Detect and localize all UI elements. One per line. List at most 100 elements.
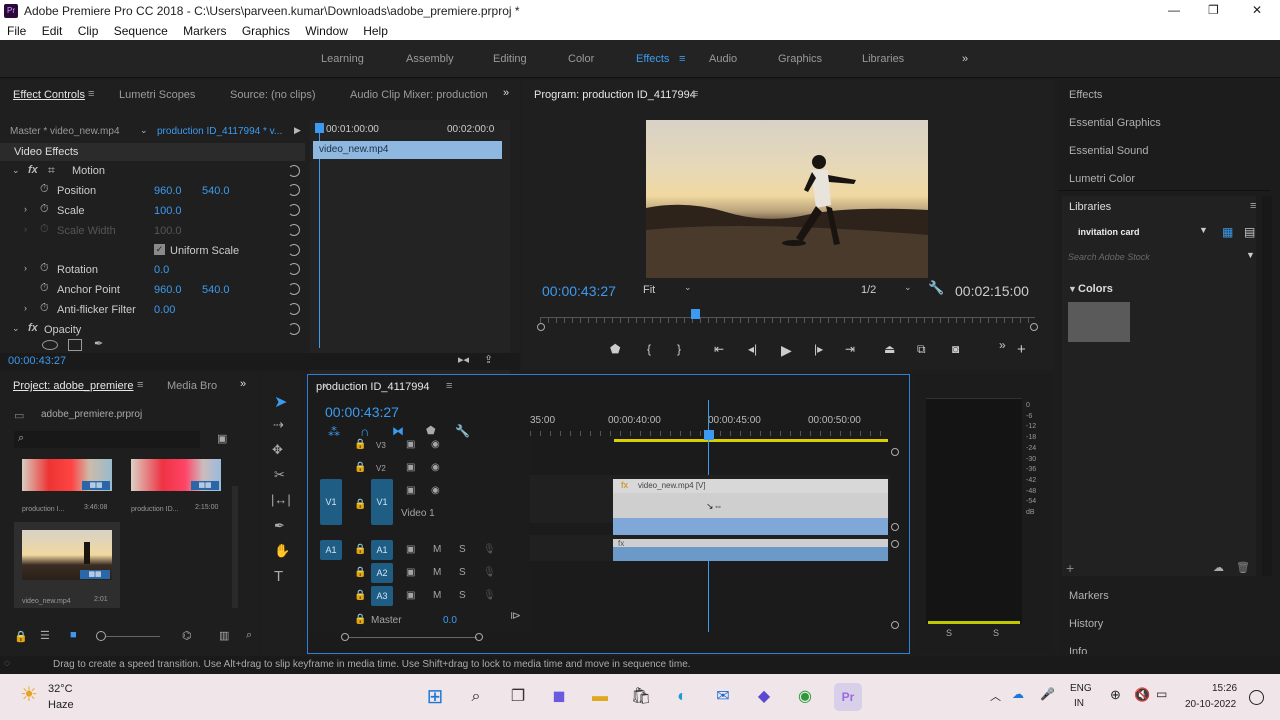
chevron-down-icon[interactable]: ▼: [1068, 284, 1077, 294]
tab-project[interactable]: Project: adobe_premiere: [13, 380, 133, 392]
program-scrub-bar[interactable]: [540, 317, 1035, 328]
reset-icon[interactable]: [288, 224, 300, 236]
ripple-edit-icon[interactable]: ✥: [272, 442, 283, 458]
task-view-icon[interactable]: ❐: [504, 683, 532, 711]
file-explorer-icon[interactable]: ▬: [586, 683, 614, 711]
panel-menu-icon[interactable]: ≡: [692, 88, 698, 100]
lock-icon[interactable]: 🔒: [354, 614, 366, 625]
workspace-learning[interactable]: Learning: [321, 53, 364, 65]
anchor-x-value[interactable]: 960.0: [154, 284, 182, 296]
anti-flicker-value[interactable]: 0.00: [154, 304, 175, 316]
zoom-slider-handle[interactable]: [96, 631, 106, 641]
menu-edit[interactable]: Edit: [42, 24, 63, 38]
pen-mask-icon[interactable]: ✒: [94, 337, 103, 350]
maximize-button[interactable]: ❐: [1208, 3, 1219, 17]
overflow-chevron-icon[interactable]: »: [240, 378, 246, 390]
menu-sequence[interactable]: Sequence: [114, 24, 168, 38]
master-volume-value[interactable]: 0.0: [443, 615, 457, 626]
toggle-sync-icon[interactable]: ▣: [406, 544, 415, 555]
v-scroll-handle-bottom[interactable]: [891, 621, 899, 629]
menu-clip[interactable]: Clip: [78, 24, 99, 38]
menu-window[interactable]: Window: [305, 24, 348, 38]
track-target-v1[interactable]: V1: [371, 479, 393, 525]
project-scrollbar[interactable]: [232, 486, 238, 608]
selection-tool-icon[interactable]: ➤: [274, 392, 287, 412]
source-patch-v1[interactable]: V1: [320, 479, 342, 525]
lock-icon[interactable]: 🔒: [14, 630, 28, 643]
step-back-icon[interactable]: ◂|: [748, 342, 757, 356]
type-tool-icon[interactable]: T: [274, 568, 283, 585]
rotation-value[interactable]: 0.0: [154, 264, 169, 276]
stopwatch-icon[interactable]: ⏱: [40, 203, 49, 216]
track-target-a3[interactable]: A3: [371, 586, 393, 606]
mute-button[interactable]: M: [433, 544, 441, 555]
new-bin-icon[interactable]: ▣: [217, 432, 227, 445]
v-scroll-handle[interactable]: [891, 540, 899, 548]
filter-icon[interactable]: ▸◂: [458, 353, 469, 366]
solo-right-button[interactable]: S: [993, 628, 999, 638]
motion-row[interactable]: ⌄ fx ⌗ Motion: [0, 162, 305, 181]
rectangle-mask-icon[interactable]: [68, 339, 82, 351]
video-frame[interactable]: [646, 120, 928, 278]
lift-icon[interactable]: ⏏: [884, 342, 895, 356]
list-view-icon[interactable]: ☰: [40, 629, 50, 642]
razor-tool-icon[interactable]: ✂: [274, 467, 285, 483]
go-to-in-icon[interactable]: ⇤: [714, 342, 724, 356]
export-icon[interactable]: ⇪: [484, 353, 493, 366]
step-forward-icon[interactable]: |▸: [814, 342, 823, 356]
add-button-icon[interactable]: +: [1017, 341, 1026, 358]
minimize-button[interactable]: —: [1168, 3, 1180, 17]
weather-icon[interactable]: ☀: [20, 682, 38, 707]
motion-transform-icon[interactable]: ⌗: [48, 163, 55, 178]
thumbnail-2[interactable]: ▦▦: [131, 459, 221, 491]
tab-media-browser[interactable]: Media Bro: [167, 380, 217, 392]
menu-markers[interactable]: Markers: [183, 24, 226, 38]
solo-button[interactable]: S: [459, 567, 466, 578]
sequence-clip-label[interactable]: production ID_4117994 * v...: [157, 126, 282, 137]
stock-search-input[interactable]: Search Adobe Stock ▼: [1068, 249, 1258, 265]
reset-icon[interactable]: [288, 244, 300, 256]
reset-icon[interactable]: [288, 165, 300, 177]
toggle-sync-icon[interactable]: ▣: [406, 462, 415, 473]
v-scroll-handle-top[interactable]: [891, 448, 899, 456]
position-y-value[interactable]: 540.0: [202, 185, 230, 197]
toggle-sync-icon[interactable]: ▣: [406, 485, 415, 496]
menu-file[interactable]: File: [7, 24, 26, 38]
stopwatch-icon[interactable]: ⏱: [40, 282, 49, 295]
thumbnail-1[interactable]: ▦▦: [22, 459, 112, 491]
overflow-chevron-icon[interactable]: »: [962, 53, 968, 65]
panel-menu-icon[interactable]: ≡: [137, 379, 143, 391]
work-area-bar[interactable]: [614, 439, 888, 442]
workspace-libraries[interactable]: Libraries: [862, 53, 904, 65]
trash-icon[interactable]: 🗑: [1236, 561, 1250, 574]
extract-icon[interactable]: ⧉: [917, 342, 926, 357]
close-tab-icon[interactable]: ✕: [322, 381, 330, 392]
workspace-effects[interactable]: Effects: [636, 53, 669, 65]
tab-audio-clip-mixer[interactable]: Audio Clip Mixer: production: [350, 89, 488, 101]
search-icon[interactable]: ⌕: [246, 629, 252, 642]
microphone-icon[interactable]: 🎙: [483, 590, 496, 601]
program-timecode[interactable]: 00:00:43:27: [542, 283, 616, 299]
hand-tool-icon[interactable]: ✋: [274, 543, 290, 559]
solo-button[interactable]: S: [459, 590, 466, 601]
network-icon[interactable]: ⊕: [1110, 687, 1121, 703]
toggle-sync-icon[interactable]: ▣: [406, 590, 415, 601]
ec-clip-bar[interactable]: video_new.mp4: [313, 141, 502, 159]
timeline-timecode[interactable]: 00:00:43:27: [325, 404, 399, 420]
chevron-down-icon[interactable]: ⌄: [140, 125, 148, 136]
grid-view-icon[interactable]: ▦: [1222, 225, 1233, 239]
workspace-color[interactable]: Color: [568, 53, 594, 65]
h-scroll-track[interactable]: [349, 637, 477, 638]
panel-lumetri-color[interactable]: Lumetri Color: [1069, 173, 1135, 185]
add-marker-icon[interactable]: ⬟: [426, 424, 436, 437]
workspace-menu-icon[interactable]: ≡: [679, 53, 685, 65]
panel-libraries[interactable]: Libraries: [1069, 201, 1111, 213]
panel-menu-icon[interactable]: ≡: [1250, 200, 1256, 212]
zoom-slider-track[interactable]: [106, 636, 160, 637]
scrub-end-handle[interactable]: [1030, 323, 1038, 331]
panel-history[interactable]: History: [1069, 618, 1103, 630]
project-search-input[interactable]: ⌕: [14, 431, 200, 448]
color-swatch[interactable]: [1068, 302, 1130, 342]
clock-time[interactable]: 15:26: [1212, 683, 1237, 694]
volume-icon[interactable]: 🔇: [1134, 687, 1150, 703]
